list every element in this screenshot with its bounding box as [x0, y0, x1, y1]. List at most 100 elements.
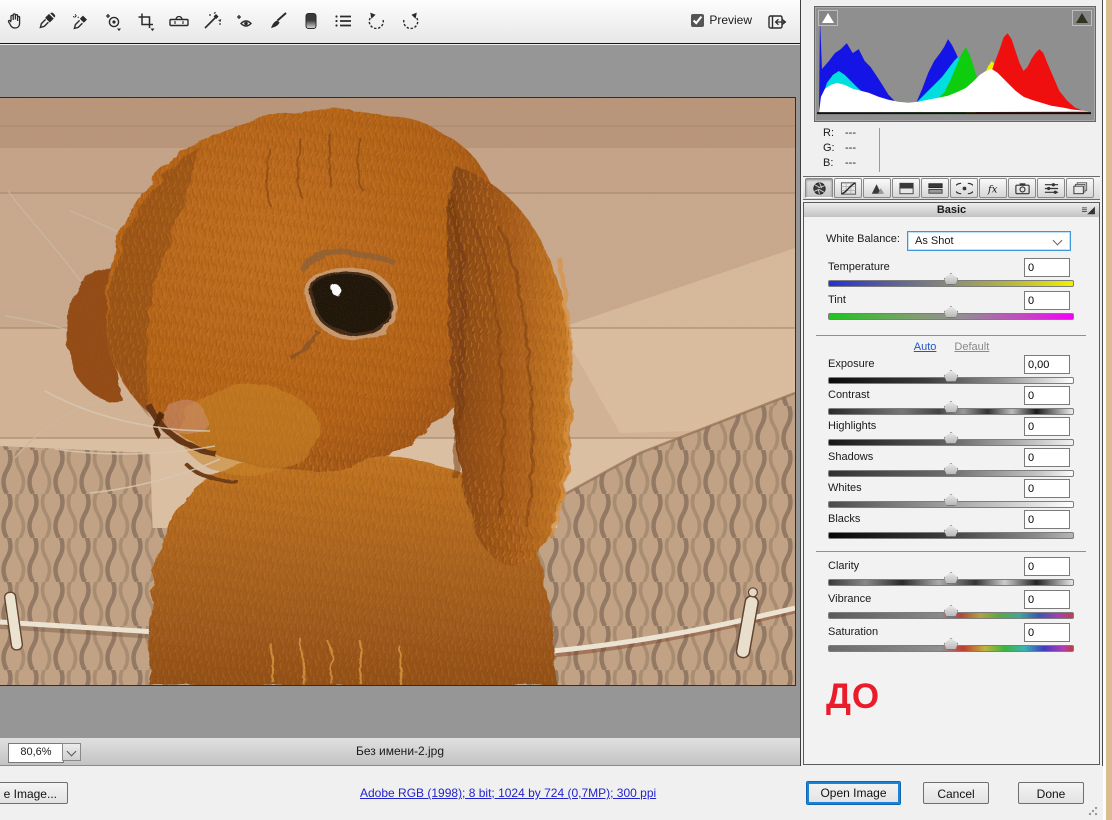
highlights-value-input[interactable] — [1024, 417, 1070, 436]
photo-rabbit[interactable] — [0, 97, 796, 686]
vibrance-value-input[interactable] — [1024, 590, 1070, 609]
slider-thumb[interactable] — [944, 605, 958, 617]
slider-thumb[interactable] — [944, 525, 958, 537]
shadow-clipping-indicator[interactable] — [818, 10, 838, 26]
slider-thumb[interactable] — [944, 273, 958, 285]
white-balance-tool-icon[interactable] — [35, 6, 59, 36]
tint-slider[interactable] — [828, 313, 1074, 320]
tab-camera-calibration[interactable] — [1008, 178, 1036, 198]
blacks-value-input[interactable] — [1024, 510, 1070, 529]
slider-thumb[interactable] — [944, 638, 958, 650]
tab-lens-corrections[interactable] — [950, 178, 978, 198]
tab-split-toning[interactable] — [921, 178, 949, 198]
preview-toggle[interactable]: Preview — [691, 13, 752, 27]
clarity-slider[interactable] — [828, 579, 1074, 586]
slider-thumb[interactable] — [944, 463, 958, 475]
auto-link[interactable]: Auto — [914, 341, 937, 353]
workflow-options-link[interactable]: Adobe RGB (1998); 8 bit; 1024 by 724 (0,… — [360, 786, 656, 800]
slider-label: Clarity — [828, 560, 859, 572]
workspace: Preview — [0, 0, 801, 766]
preview-checkbox[interactable] — [691, 14, 704, 27]
slider-thumb[interactable] — [944, 494, 958, 506]
panel-tabstrip: fx — [803, 176, 1100, 200]
slider-thumb[interactable] — [944, 401, 958, 413]
done-button[interactable]: Done — [1018, 782, 1084, 804]
default-link[interactable]: Default — [954, 341, 989, 353]
saturation-value-input[interactable] — [1024, 623, 1070, 642]
exposure-slider[interactable] — [828, 377, 1074, 384]
slider-row-tint: Tint — [828, 293, 1072, 323]
dialog-footer: e Image... Adobe RGB (1998); 8 bit; 1024… — [0, 766, 1103, 820]
blacks-slider[interactable] — [828, 532, 1074, 539]
slider-thumb[interactable] — [944, 432, 958, 444]
tab-tone-curve[interactable] — [834, 178, 862, 198]
open-image-button[interactable]: Open Image — [806, 781, 901, 805]
spot-removal-tool-icon[interactable] — [200, 6, 224, 36]
targeted-adjustment-tool-icon[interactable] — [101, 6, 125, 36]
contrast-slider[interactable] — [828, 408, 1074, 415]
rgb-readout: R:--- G:--- B:--- — [823, 126, 856, 171]
saturation-slider[interactable] — [828, 645, 1074, 652]
contrast-value-input[interactable] — [1024, 386, 1070, 405]
tab-hsl-grayscale[interactable] — [892, 178, 920, 198]
slider-label: Whites — [828, 482, 862, 494]
slider-label: Tint — [828, 294, 846, 306]
crop-tool-icon[interactable] — [134, 6, 158, 36]
histogram — [814, 6, 1096, 122]
b-label: B: — [823, 156, 845, 171]
basic-panel-content: White Balance: As Shot Temperature Tint … — [803, 217, 1100, 765]
status-bar: 80,6% Без имени-2.jpg — [0, 738, 800, 766]
temperature-value-input[interactable] — [1024, 258, 1070, 277]
tint-value-input[interactable] — [1024, 291, 1070, 310]
rotate-right-tool-icon[interactable] — [398, 6, 422, 36]
vibrance-slider[interactable] — [828, 612, 1074, 619]
toolbar: Preview — [0, 0, 800, 44]
resize-grip[interactable] — [1088, 806, 1098, 816]
graduated-filter-tool-icon[interactable] — [299, 6, 323, 36]
background-edge-strip — [1106, 0, 1112, 820]
panel-menu-icon[interactable]: ≡◢ — [1081, 204, 1095, 218]
red-eye-removal-tool-icon[interactable] — [233, 6, 257, 36]
white-balance-value: As Shot — [915, 235, 954, 247]
slider-label: Shadows — [828, 451, 873, 463]
chevron-down-icon — [1053, 236, 1063, 246]
b-value: --- — [845, 157, 856, 169]
whites-slider[interactable] — [828, 501, 1074, 508]
white-balance-dropdown[interactable]: As Shot — [907, 231, 1071, 251]
fullscreen-toggle-icon[interactable] — [766, 12, 788, 32]
straighten-tool-icon[interactable] — [167, 6, 191, 36]
slider-row-highlights: Highlights — [828, 419, 1072, 449]
temperature-slider[interactable] — [828, 280, 1074, 287]
slider-row-shadows: Shadows — [828, 450, 1072, 480]
slider-label: Temperature — [828, 261, 890, 273]
highlight-clipping-indicator[interactable] — [1072, 10, 1092, 26]
exposure-value-input[interactable] — [1024, 355, 1070, 374]
image-canvas[interactable] — [0, 45, 800, 738]
rotate-left-tool-icon[interactable] — [365, 6, 389, 36]
slider-thumb[interactable] — [944, 306, 958, 318]
r-value: --- — [845, 127, 856, 139]
color-sampler-tool-icon[interactable] — [68, 6, 92, 36]
tab-snapshots[interactable] — [1066, 178, 1094, 198]
whites-value-input[interactable] — [1024, 479, 1070, 498]
slider-thumb[interactable] — [944, 370, 958, 382]
save-image-button[interactable]: e Image... — [0, 782, 68, 804]
shadows-slider[interactable] — [828, 470, 1074, 477]
tab-basic[interactable] — [805, 178, 833, 198]
slider-row-saturation: Saturation — [828, 625, 1072, 655]
slider-row-whites: Whites — [828, 481, 1072, 511]
slider-row-clarity: Clarity — [828, 559, 1072, 589]
tab-presets[interactable] — [1037, 178, 1065, 198]
slider-thumb[interactable] — [944, 572, 958, 584]
tab-detail[interactable] — [863, 178, 891, 198]
adjustment-brush-tool-icon[interactable] — [266, 6, 290, 36]
divider — [816, 335, 1086, 336]
cancel-button[interactable]: Cancel — [923, 782, 989, 804]
slider-label: Exposure — [828, 358, 874, 370]
tab-effects[interactable]: fx — [979, 178, 1007, 198]
preferences-tool-icon[interactable] — [332, 6, 356, 36]
clarity-value-input[interactable] — [1024, 557, 1070, 576]
hand-tool-icon[interactable] — [2, 6, 26, 36]
highlights-slider[interactable] — [828, 439, 1074, 446]
shadows-value-input[interactable] — [1024, 448, 1070, 467]
